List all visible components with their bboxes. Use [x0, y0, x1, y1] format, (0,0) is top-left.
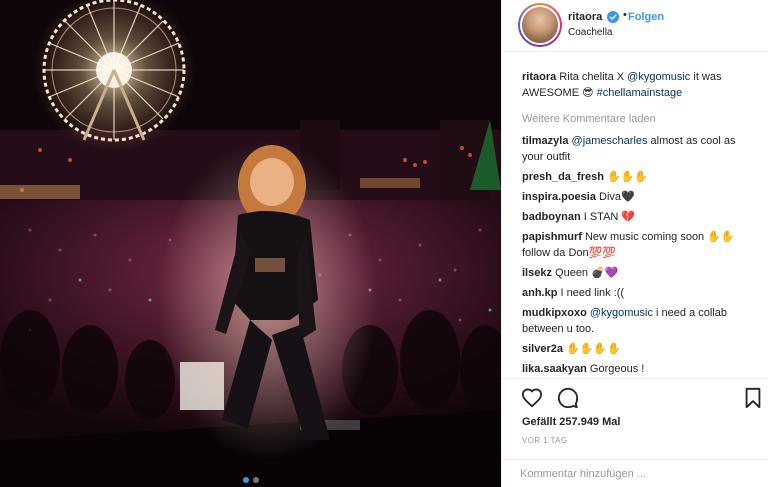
- comment-input[interactable]: [520, 468, 750, 480]
- comment-text: ✋✋✋✋: [562, 343, 621, 355]
- post-header: ritaora • Folgen Coachella: [502, 0, 768, 52]
- comment-bubble-icon[interactable]: [557, 387, 579, 409]
- comment-item: badboynan I STAN 💔: [522, 209, 754, 225]
- comment-item: inspira.poesia Diva🖤: [522, 189, 754, 205]
- carousel-indicator: [0, 477, 501, 483]
- comment-username[interactable]: anh.kp: [522, 287, 557, 299]
- comment-username[interactable]: badboynan: [522, 211, 581, 223]
- comment-text: Queen 💣💜: [551, 267, 619, 279]
- comment-item: presh_da_fresh ✋✋✋: [522, 169, 754, 185]
- add-comment-bar: [502, 459, 768, 487]
- carousel-dot-1[interactable]: [242, 477, 249, 483]
- caption-username[interactable]: ritaora: [522, 71, 556, 83]
- comment-username[interactable]: presh_da_fresh: [522, 171, 604, 183]
- likes-count[interactable]: Gefällt 257.949 Mal: [522, 416, 620, 428]
- comment-text: Diva🖤: [595, 191, 635, 203]
- comment-text: ✋✋✋: [603, 171, 649, 183]
- follow-button[interactable]: Folgen: [628, 11, 664, 23]
- post-actions-bar: [502, 378, 768, 416]
- comment-item: tilmazyla @jamescharles almost as cool a…: [522, 133, 754, 165]
- comment-item: mudkipxoxo @kygomusic i need a collab be…: [522, 305, 754, 337]
- comment-text: Gorgeous !: [586, 363, 645, 375]
- comments-list: ritaora Rita chelita X @kygomusic it was…: [522, 69, 754, 381]
- load-more-comments-button[interactable]: Weitere Kommentare laden: [522, 111, 754, 127]
- caption-mention[interactable]: @kygomusic: [627, 71, 690, 83]
- comment-username[interactable]: mudkipxoxo: [522, 307, 587, 319]
- location-link[interactable]: Coachella: [568, 27, 612, 38]
- verified-badge-icon: [607, 11, 619, 23]
- avatar-image: [520, 5, 560, 45]
- comment-username[interactable]: ilsekz: [522, 267, 552, 279]
- header-username[interactable]: ritaora: [568, 11, 602, 23]
- bookmark-icon[interactable]: [744, 387, 762, 409]
- carousel-dot-2[interactable]: [252, 477, 259, 483]
- comment-mention[interactable]: @jamescharles: [572, 135, 648, 147]
- comment-item: anh.kp I need link :((: [522, 285, 754, 301]
- comment-text: I need link :((: [557, 287, 625, 299]
- comment-item: ilsekz Queen 💣💜: [522, 265, 754, 281]
- comment-username[interactable]: lika.saakyan: [522, 363, 587, 375]
- comment-username[interactable]: papishmurf: [522, 231, 582, 243]
- header-separator: •: [623, 9, 627, 21]
- post-photo[interactable]: [0, 0, 501, 487]
- comment-text: I STAN 💔: [580, 211, 636, 223]
- comment-username[interactable]: inspira.poesia: [522, 191, 596, 203]
- caption-text-before: Rita chelita X: [556, 71, 628, 83]
- avatar[interactable]: [518, 3, 562, 47]
- concert-scene-image: [0, 0, 501, 487]
- comment-item: papishmurf New music coming soon ✋✋ foll…: [522, 229, 754, 261]
- caption-hashtag[interactable]: #chellamainstage: [597, 87, 683, 99]
- comment-item: lika.saakyan Gorgeous !: [522, 361, 754, 377]
- post-caption: ritaora Rita chelita X @kygomusic it was…: [522, 69, 754, 101]
- post-timestamp[interactable]: VOR 1 TAG: [522, 436, 568, 445]
- comment-mention[interactable]: @kygomusic: [590, 307, 653, 319]
- heart-icon[interactable]: [521, 387, 543, 409]
- comment-username[interactable]: silver2a: [522, 343, 563, 355]
- post-side-panel: ritaora • Folgen Coachella ritaora Rita …: [501, 0, 768, 487]
- comment-item: silver2a ✋✋✋✋: [522, 341, 754, 357]
- comment-username[interactable]: tilmazyla: [522, 135, 568, 147]
